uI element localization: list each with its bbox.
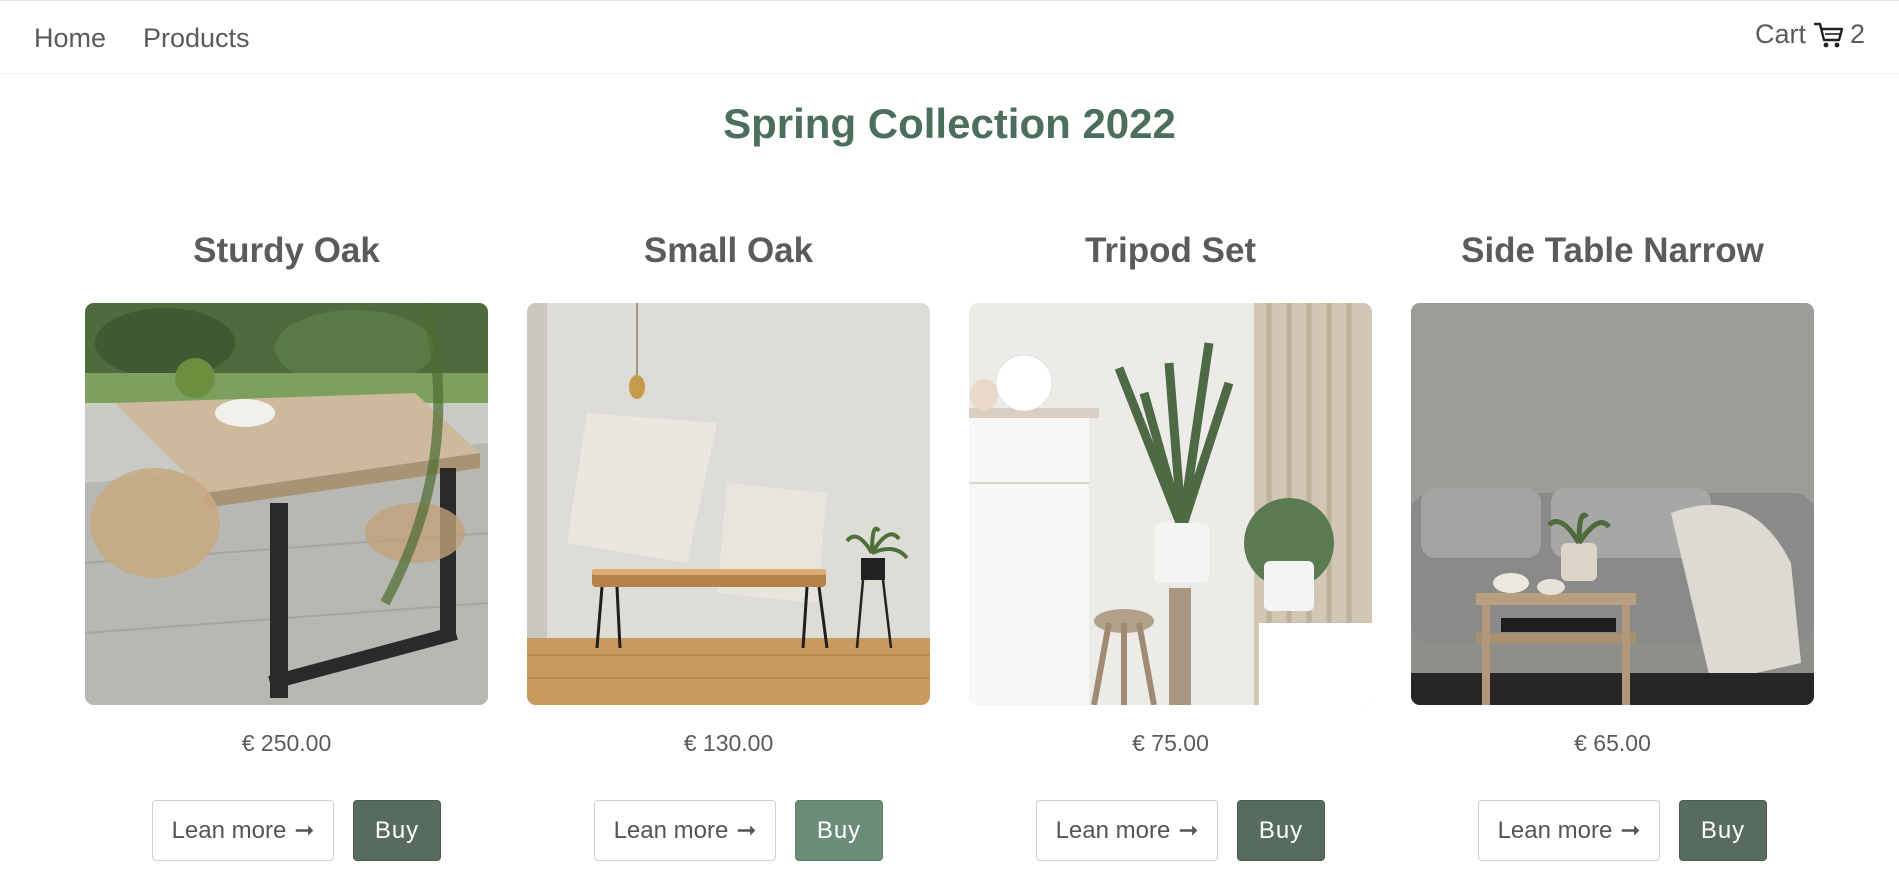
learn-more-button[interactable]: Lean more ➞: [1478, 800, 1660, 861]
buy-button[interactable]: Buy: [1679, 800, 1767, 861]
arrow-right-icon: ➞: [294, 817, 315, 844]
product-actions: Lean more ➞ Buy: [85, 800, 488, 862]
nav-products-link[interactable]: Products: [143, 23, 250, 54]
cart-count: 2: [1849, 19, 1865, 49]
learn-more-label: Lean more: [613, 816, 729, 844]
product-actions: Lean more ➞ Buy: [1411, 800, 1814, 862]
product-image[interactable]: [1411, 303, 1814, 705]
arrow-right-icon: ➞: [1178, 817, 1199, 844]
product-price: € 75.00: [1132, 730, 1209, 756]
product-card: Side Table Narrow € 65.00 Lean more ➞ Bu…: [1411, 230, 1814, 862]
product-image[interactable]: [85, 303, 488, 705]
arrow-right-icon: ➞: [1620, 817, 1641, 844]
learn-more-label: Lean more: [171, 816, 287, 844]
product-image[interactable]: [527, 303, 930, 705]
learn-more-button[interactable]: Lean more ➞: [594, 800, 776, 861]
product-card: Small Oak € 130.00 Lean more ➞ Buy: [527, 230, 930, 862]
cart-link[interactable]: Cart 2: [1755, 19, 1865, 50]
product-image[interactable]: [969, 303, 1372, 705]
product-name: Sturdy Oak: [193, 231, 380, 270]
learn-more-button[interactable]: Lean more ➞: [1036, 800, 1218, 861]
buy-button[interactable]: Buy: [795, 800, 883, 861]
product-actions: Lean more ➞ Buy: [969, 800, 1372, 862]
shopping-cart-icon: [1813, 22, 1844, 47]
buy-button[interactable]: Buy: [1237, 800, 1325, 861]
product-card: Tripod Set € 75.00 Lean more ➞ Buy: [969, 230, 1372, 862]
learn-more-label: Lean more: [1055, 816, 1171, 844]
learn-more-label: Lean more: [1497, 816, 1613, 844]
product-name: Side Table Narrow: [1461, 231, 1764, 270]
nav-home-link[interactable]: Home: [34, 23, 106, 54]
learn-more-button[interactable]: Lean more ➞: [152, 800, 334, 861]
buy-button[interactable]: Buy: [353, 800, 441, 861]
cart-label: Cart: [1754, 19, 1806, 49]
product-name: Tripod Set: [1084, 231, 1257, 270]
product-actions: Lean more ➞ Buy: [527, 800, 930, 862]
product-card: Sturdy Oak € 250.00 Lean more ➞ Buy: [85, 230, 488, 862]
top-navigation: Home Products Cart 2: [0, 0, 1899, 74]
product-name: Small Oak: [643, 231, 814, 270]
product-price: € 65.00: [1574, 730, 1651, 756]
product-price: € 250.00: [241, 730, 332, 756]
product-price: € 130.00: [683, 730, 774, 756]
page-title: Spring Collection 2022: [723, 100, 1176, 147]
arrow-right-icon: ➞: [736, 817, 757, 844]
